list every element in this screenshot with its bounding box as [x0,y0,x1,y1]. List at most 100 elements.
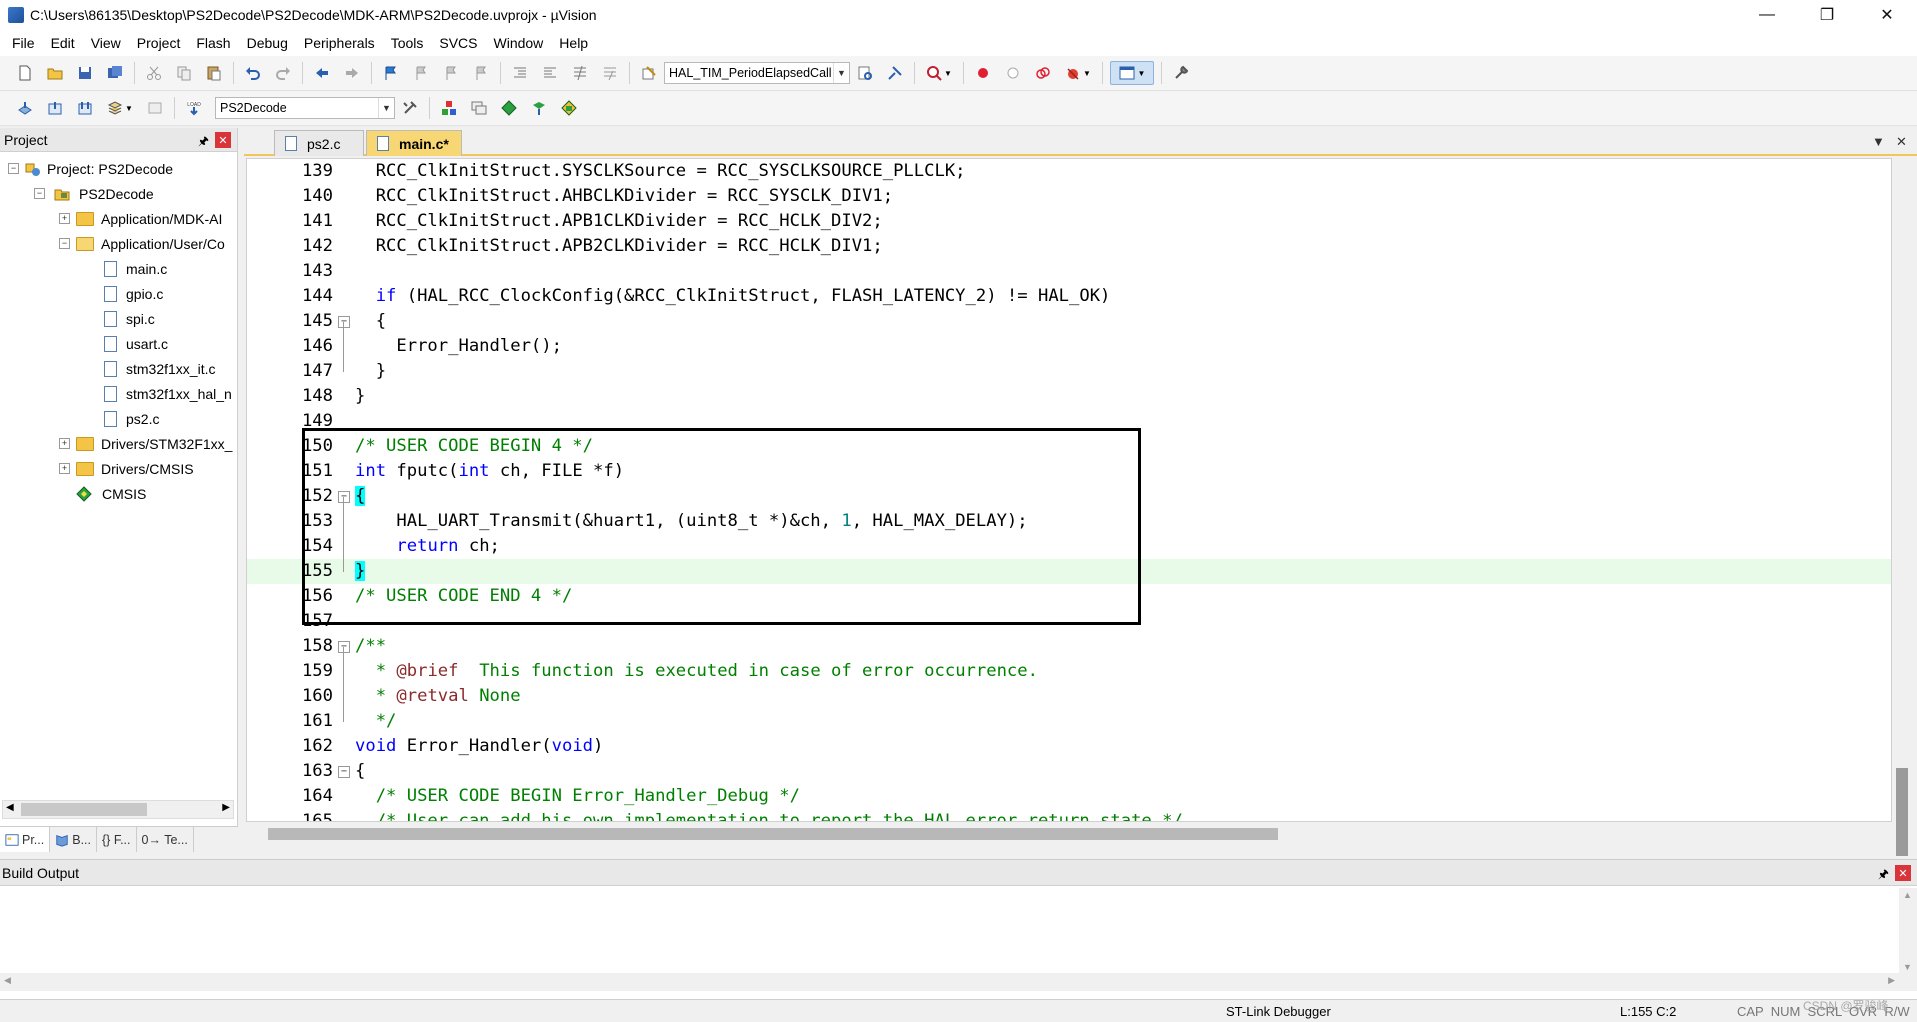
find-in-files-icon[interactable] [637,61,661,85]
translate-icon[interactable] [13,96,37,120]
scroll-left-icon[interactable]: ◀ [4,975,11,986]
menu-debug[interactable]: Debug [239,35,296,51]
tree-item-file[interactable]: stm32f1xx_hal_n [104,381,232,406]
clear-bookmarks-icon[interactable] [469,61,493,85]
rebuild-icon[interactable] [73,96,97,120]
fold-collapse-icon[interactable]: − [338,766,350,778]
breakpoint-icon[interactable] [971,61,995,85]
kill-breakpoints-icon[interactable]: ▼ [1061,61,1095,85]
tab-functions[interactable]: {} F... [97,827,137,852]
next-bookmark-icon[interactable] [439,61,463,85]
target-options-icon[interactable] [398,96,422,120]
menu-peripherals[interactable]: Peripherals [296,35,383,51]
menu-project[interactable]: Project [129,35,189,51]
scroll-down-icon[interactable]: ▼ [1903,962,1912,972]
scroll-thumb[interactable] [21,803,147,816]
stop-build-icon[interactable] [143,96,167,120]
tab-ps2-c[interactable]: ps2.c [274,130,364,156]
debug-session-icon[interactable]: ▼ [922,61,956,85]
prev-bookmark-icon[interactable] [409,61,433,85]
tab-list-dropdown-icon[interactable]: ▼ [1872,134,1885,149]
menu-flash[interactable]: Flash [188,35,238,51]
target-select[interactable]: PS2Decode ▼ [215,97,395,119]
tree-item-file[interactable]: spi.c [104,306,155,331]
incremental-find-icon[interactable] [883,61,907,85]
close-tab-icon[interactable]: ✕ [1896,134,1907,150]
scroll-right-icon[interactable]: ▶ [1888,975,1895,986]
menu-svcs[interactable]: SVCS [431,35,485,51]
menu-help[interactable]: Help [551,35,596,51]
collapse-icon[interactable]: − [59,238,70,249]
tree-item-file[interactable]: ps2.c [104,406,159,431]
navigate-forward-icon[interactable] [340,61,364,85]
paste-icon[interactable] [202,61,226,85]
tree-item-group[interactable]: + Drivers/CMSIS [59,456,194,481]
comment-icon[interactable] [568,61,592,85]
find-icon[interactable] [853,61,877,85]
restore-button[interactable]: ❐ [1797,0,1857,29]
tab-project[interactable]: Pr... [0,827,51,852]
tab-templates[interactable]: 0→ Te... [137,827,194,852]
tree-item-file[interactable]: usart.c [104,331,168,356]
tree-item-file[interactable]: stm32f1xx_it.c [104,356,215,381]
batch-build-icon[interactable]: ▼ [103,96,137,120]
chevron-down-icon[interactable]: ▼ [833,63,849,83]
close-panel-button[interactable]: ✕ [215,132,231,148]
menu-view[interactable]: View [83,35,129,51]
expand-icon[interactable]: + [59,213,70,224]
configure-wrench-icon[interactable] [1169,61,1193,85]
copy-icon[interactable] [172,61,196,85]
navigate-back-icon[interactable] [310,61,334,85]
tree-item-group[interactable]: + Application/MDK-AI [59,206,222,231]
expand-icon[interactable]: + [59,463,70,474]
undo-icon[interactable] [241,61,265,85]
window-layout-icon[interactable]: ▼ [1110,61,1154,85]
scroll-right-icon[interactable]: ▶ [222,802,230,813]
redo-icon[interactable] [271,61,295,85]
cut-icon[interactable] [142,61,166,85]
open-folder-icon[interactable] [43,61,67,85]
menu-edit[interactable]: Edit [43,35,83,51]
menu-file[interactable]: File [4,35,43,51]
tree-item-component[interactable]: CMSIS [76,481,146,506]
tree-item-project-root[interactable]: − Project: PS2Decode [8,156,173,181]
collapse-icon[interactable]: − [34,188,45,199]
save-icon[interactable] [73,61,97,85]
indent-icon[interactable] [508,61,532,85]
tab-main-c[interactable]: main.c* [366,130,462,156]
build-hscrollbar[interactable]: ◀ ▶ [0,973,1917,991]
manage-components-icon[interactable] [437,96,461,120]
uncomment-icon[interactable] [598,61,622,85]
disable-all-breakpoints-icon[interactable] [1031,61,1055,85]
tree-item-group[interactable]: − Application/User/Co [59,231,225,256]
download-load-icon[interactable]: LOAD [182,96,206,120]
menu-tools[interactable]: Tools [383,35,432,51]
tree-item-group[interactable]: + Drivers/STM32F1xx_ [59,431,232,456]
disable-breakpoint-icon[interactable] [1001,61,1025,85]
expand-icon[interactable]: + [59,438,70,449]
collapse-icon[interactable]: − [8,163,19,174]
scroll-up-icon[interactable]: ▲ [1903,890,1912,900]
tree-item-target[interactable]: − PS2Decode [34,181,154,206]
close-window-button[interactable]: ✕ [1857,0,1917,29]
pin-icon[interactable]: 🖈 [198,132,209,153]
minimize-button[interactable]: — [1737,0,1797,29]
fold-collapse-icon[interactable]: − [338,316,350,328]
close-panel-button[interactable]: ✕ [1895,865,1911,881]
chevron-down-icon[interactable]: ▼ [378,98,394,118]
build-icon[interactable] [43,96,67,120]
pin-icon[interactable]: 🖈 [1878,865,1889,886]
scroll-thumb[interactable] [1896,768,1908,856]
unindent-icon[interactable] [538,61,562,85]
fold-collapse-icon[interactable]: − [338,641,350,653]
scroll-left-icon[interactable]: ◀ [6,802,14,813]
file-extensions-icon[interactable] [467,96,491,120]
tab-books[interactable]: B... [50,827,97,852]
function-combo[interactable]: HAL_TIM_PeriodElapsedCall ▼ [664,62,850,84]
save-all-icon[interactable] [103,61,127,85]
project-hscrollbar[interactable]: ◀ ▶ [2,800,234,819]
tree-item-file[interactable]: gpio.c [104,281,163,306]
build-vscrollbar[interactable]: ▲ ▼ [1899,888,1917,974]
scroll-thumb[interactable] [268,828,1278,840]
fold-collapse-icon[interactable]: − [338,491,350,503]
